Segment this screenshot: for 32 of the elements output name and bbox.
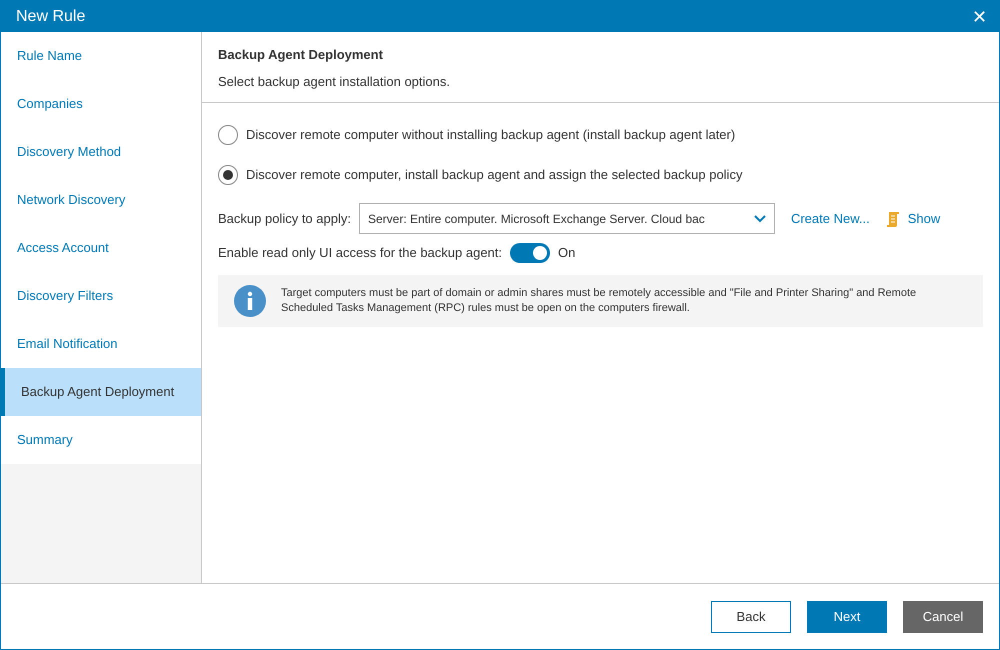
create-new-link[interactable]: Create New... <box>790 208 870 228</box>
chevron-icon <box>754 214 766 222</box>
info-icon <box>234 285 266 317</box>
sidebar-item[interactable]: Discovery Filters <box>1 272 201 320</box>
page-subtitle: Select backup agent installation options. <box>218 72 451 91</box>
sidebar-item[interactable]: Companies <box>1 80 201 128</box>
sidebar-item[interactable]: Email Notification <box>1 320 201 368</box>
page-title: Backup Agent Deployment <box>218 46 384 64</box>
close-button[interactable]: ✕ <box>972 8 987 26</box>
sidebar-item[interactable]: Network Discovery <box>1 176 201 224</box>
sidebar-item[interactable]: Backup Agent Deployment <box>1 368 201 416</box>
dialog-button[interactable]: Next <box>807 600 887 632</box>
scroll-icon <box>886 210 900 226</box>
toggle-state: On <box>558 244 576 262</box>
sidebar-item[interactable]: Discovery Method <box>1 128 201 176</box>
policy-value: Server: Entire computer. Microsoft Exchange Server. Cloud bac <box>368 210 705 228</box>
sidebar-item[interactable]: Summary <box>1 416 201 464</box>
radio-button[interactable] <box>218 125 238 145</box>
radio-button[interactable] <box>218 165 238 185</box>
sidebar-item[interactable]: Rule Name <box>1 32 201 80</box>
info-text: Target computers must be part of domain or admin shares must be remotely accessible and "File and Printer Sharing" and Remote Scheduled Tasks Management (RPC) rules must be open on the computers firewall. <box>281 286 918 316</box>
dialog-button[interactable]: Cancel <box>903 600 983 632</box>
policy-dropdown[interactable]: Server: Entire computer. Microsoft Exchange Server. Cloud bac <box>358 203 775 234</box>
toggle-switch[interactable] <box>510 243 550 263</box>
sidebar-item[interactable]: Access Account <box>1 224 201 272</box>
show-link[interactable]: Show <box>908 208 940 228</box>
ui-access-label: Enable read only UI access for the backup agent: <box>218 244 502 262</box>
window-title: New Rule <box>16 6 86 26</box>
radio-label: Discover remote computer, install backup agent and assign the selected backup policy <box>246 166 742 184</box>
policy-label: Backup policy to apply: <box>218 210 351 228</box>
dialog-button[interactable]: Back <box>711 600 791 632</box>
radio-label: Discover remote computer without installing backup agent (install backup agent later) <box>246 126 736 144</box>
